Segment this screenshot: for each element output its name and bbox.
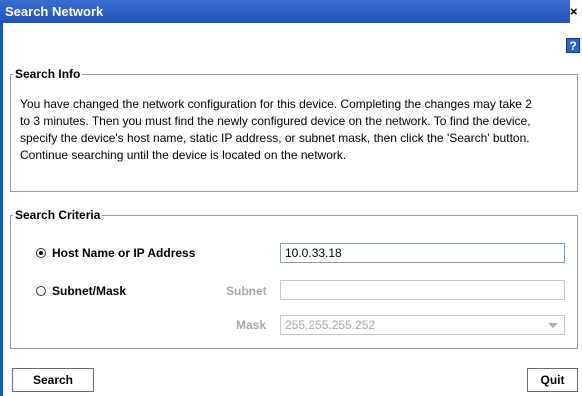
search-criteria-legend: Search Criteria: [15, 208, 101, 222]
search-info-message: You have changed the network configurati…: [20, 97, 532, 162]
window-frame-left: [0, 23, 3, 396]
host-radio-button[interactable]: [36, 248, 46, 258]
title-bar: Search Network: [0, 0, 582, 23]
host-ip-input[interactable]: 10.0.33.18: [280, 243, 565, 263]
mask-label: Mask: [236, 318, 267, 332]
quit-button[interactable]: Quit: [527, 368, 578, 392]
window-title: Search Network: [5, 4, 104, 19]
search-info-legend: Search Info: [15, 67, 81, 81]
help-icon[interactable]: ?: [566, 38, 580, 53]
mask-select-value: 255.255.255.252: [285, 318, 376, 332]
mask-select[interactable]: 255.255.255.252: [280, 315, 565, 335]
host-radio-option[interactable]: Host Name or IP Address: [36, 246, 195, 260]
chevron-down-icon[interactable]: [548, 323, 558, 328]
search-button[interactable]: Search: [12, 368, 94, 392]
close-icon[interactable]: ×: [570, 0, 582, 23]
subnet-radio-option[interactable]: Subnet/Mask: [36, 284, 126, 298]
subnet-input[interactable]: [280, 280, 565, 300]
subnet-radio-label[interactable]: Subnet/Mask: [52, 284, 126, 298]
subnet-label: Subnet: [226, 284, 267, 298]
subnet-radio-button[interactable]: [36, 286, 46, 296]
host-radio-label[interactable]: Host Name or IP Address: [52, 246, 195, 260]
